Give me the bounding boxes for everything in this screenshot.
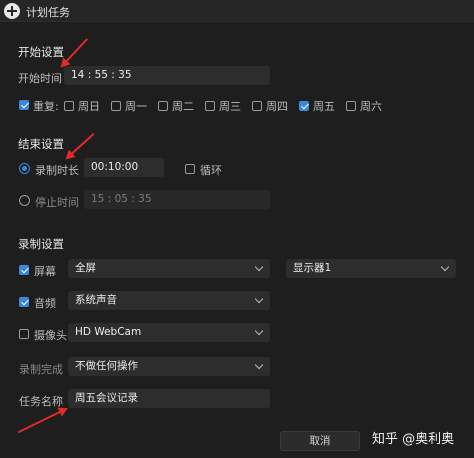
day-label: 周三	[219, 100, 241, 113]
repeat-label: 重复:	[33, 100, 59, 113]
start-time-input[interactable]: 14 : 55 : 35	[64, 66, 270, 85]
plus-circle-icon	[4, 3, 20, 19]
end-section-title: 结束设置	[18, 137, 64, 151]
day-label: 周六	[360, 100, 382, 113]
day-checkbox[interactable]	[299, 101, 309, 111]
day-checkbox[interactable]	[346, 101, 356, 111]
record-section-title: 录制设置	[18, 237, 64, 251]
day-label: 周四	[266, 100, 288, 113]
loop-checkbox[interactable]	[185, 164, 195, 174]
repeat-checkbox[interactable]	[19, 100, 29, 110]
audio-select[interactable]: 系统声音	[68, 291, 270, 310]
day-tuesday[interactable]: 周二	[158, 98, 194, 114]
display-select-value: 显示器1	[293, 262, 332, 274]
day-checkbox[interactable]	[158, 101, 168, 111]
day-wednesday[interactable]: 周三	[205, 98, 241, 114]
duration-input[interactable]: 00:10:00	[84, 158, 164, 177]
on-complete-label: 录制完成	[19, 363, 63, 376]
day-friday[interactable]: 周五	[299, 98, 335, 114]
audio-checkbox[interactable]	[19, 297, 29, 307]
day-sunday[interactable]: 周日	[64, 98, 100, 114]
watermark: 知乎 @奥利奥	[372, 432, 455, 447]
day-label: 周五	[313, 100, 335, 113]
on-complete-select[interactable]: 不做任何操作	[68, 357, 270, 376]
stop-time-radio[interactable]	[19, 195, 30, 206]
duration-radio[interactable]	[19, 163, 30, 174]
loop-label: 循环	[200, 164, 222, 177]
on-complete-select-value: 不做任何操作	[75, 360, 138, 372]
window-title: 计划任务	[26, 6, 70, 19]
day-saturday[interactable]: 周六	[346, 98, 382, 114]
stop-time-input[interactable]: 15 : 05 : 35	[84, 190, 270, 209]
duration-label: 录制时长	[35, 164, 79, 177]
camera-checkbox[interactable]	[19, 329, 29, 339]
title-bar: 计划任务	[0, 0, 474, 22]
camera-select[interactable]: HD WebCam	[68, 323, 270, 342]
day-checkbox[interactable]	[64, 101, 74, 111]
task-name-label: 任务名称	[19, 395, 63, 408]
start-time-label: 开始时间	[18, 72, 62, 85]
day-checkbox[interactable]	[111, 101, 121, 111]
annotation-arrow	[66, 133, 95, 159]
camera-label: 摄像头	[34, 329, 67, 342]
day-thursday[interactable]: 周四	[252, 98, 288, 114]
start-section-title: 开始设置	[18, 45, 64, 59]
stop-time-label: 停止时间	[35, 196, 79, 209]
day-checkbox[interactable]	[205, 101, 215, 111]
screen-checkbox[interactable]	[19, 265, 29, 275]
display-select[interactable]: 显示器1	[286, 259, 456, 278]
annotation-arrow	[61, 38, 88, 67]
day-checkbox[interactable]	[252, 101, 262, 111]
day-monday[interactable]: 周一	[111, 98, 147, 114]
day-label: 周二	[172, 100, 194, 113]
camera-select-value: HD WebCam	[75, 326, 142, 338]
task-name-input[interactable]: 周五会议记录	[68, 389, 270, 408]
screen-select-value: 全屏	[75, 262, 96, 274]
annotation-arrow	[17, 408, 67, 434]
screen-select[interactable]: 全屏	[68, 259, 270, 278]
day-label: 周日	[78, 100, 100, 113]
cancel-button[interactable]: 取消	[280, 431, 360, 451]
audio-select-value: 系统声音	[75, 294, 117, 306]
day-label: 周一	[125, 100, 147, 113]
screen-label: 屏幕	[34, 265, 56, 278]
audio-label: 音频	[34, 297, 56, 310]
